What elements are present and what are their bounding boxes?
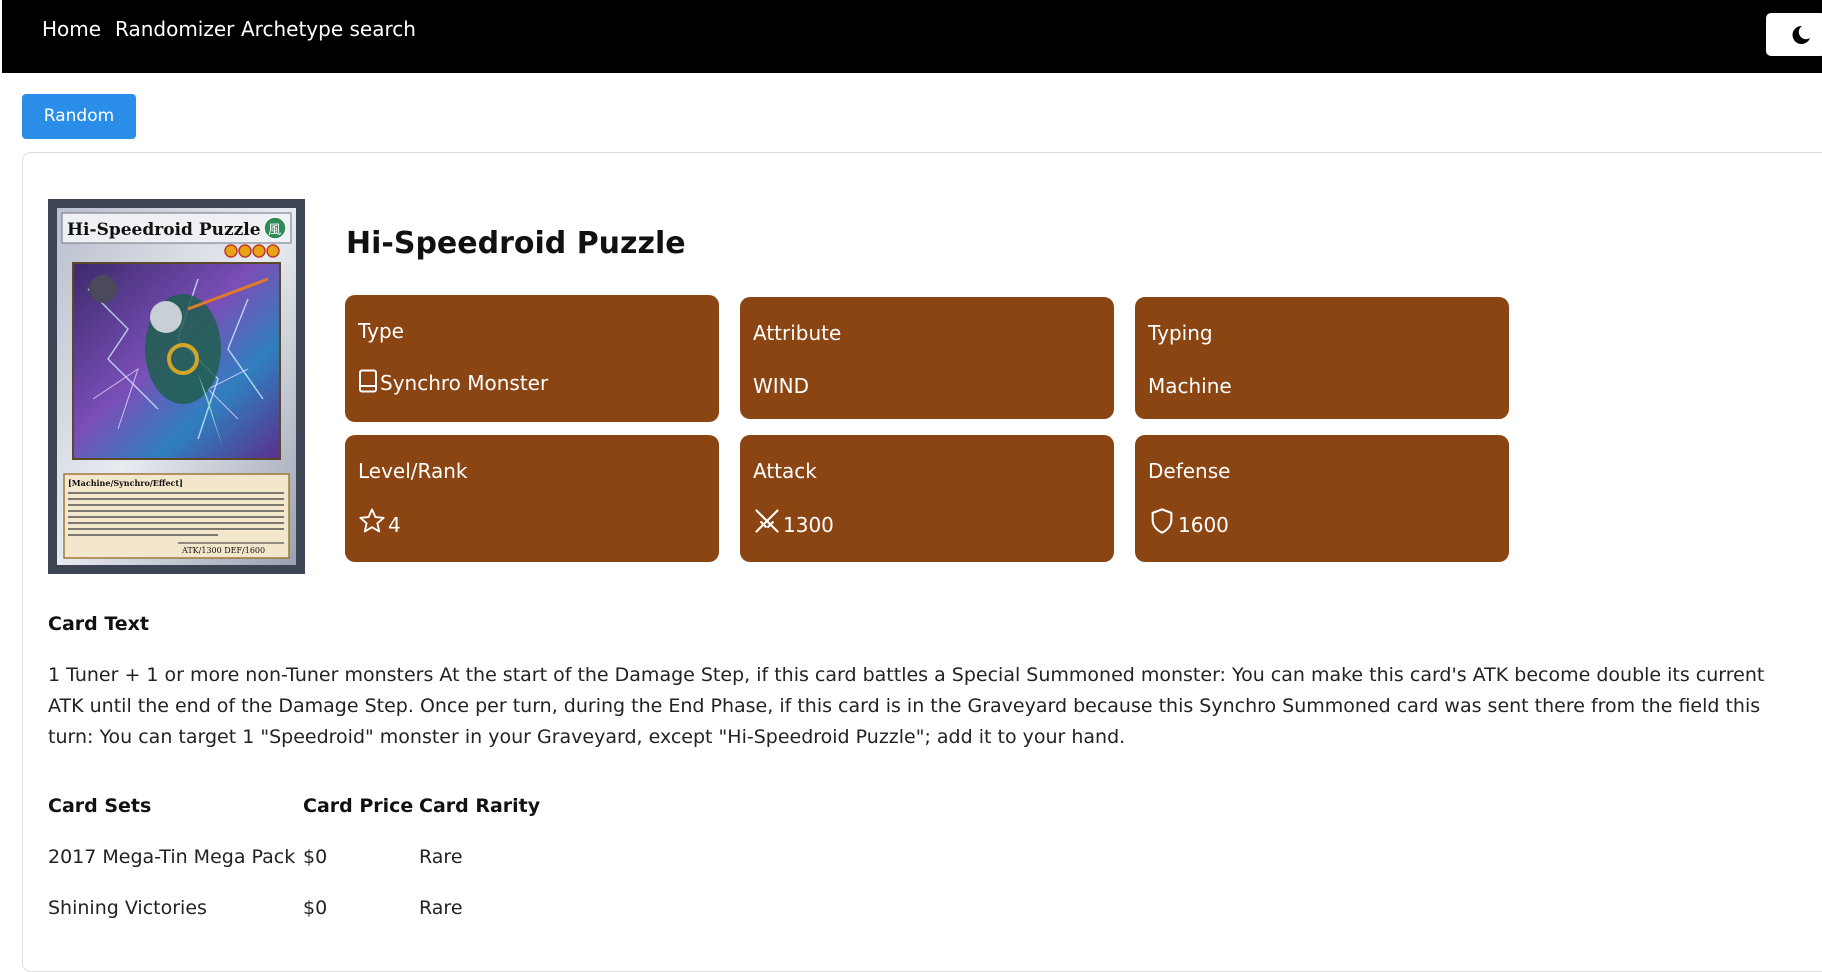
table-header-card-price: Card Price: [303, 795, 414, 817]
stat-value-level-text: 4: [388, 513, 401, 537]
random-button[interactable]: Random: [22, 94, 136, 139]
stat-label-attribute: Attribute: [753, 321, 842, 345]
stat-value-type: Synchro Monster: [358, 369, 548, 395]
card-text-body: 1 Tuner + 1 or more non-Tuner monsters A…: [48, 664, 1765, 748]
card-title: Hi-Speedroid Puzzle: [346, 226, 686, 261]
stat-tile-defense: Defense 1600: [1135, 435, 1509, 562]
shield-icon: [1151, 508, 1173, 534]
stat-value-attribute: WIND: [753, 374, 810, 398]
stat-value-type-text: Synchro Monster: [380, 371, 549, 395]
stat-label-typing: Typing: [1148, 321, 1213, 345]
level-star-mark: [238, 244, 252, 258]
nav-link-home[interactable]: Home: [42, 17, 101, 41]
card-text-heading: Card Text: [48, 613, 150, 635]
card-image-atk-def: ATK/1300 DEF/1600: [181, 546, 265, 555]
table-header-card-rarity: Card Rarity: [419, 795, 541, 817]
stat-label-attack: Attack: [753, 459, 817, 483]
card-image-type-line: [Machine/Synchro/Effect]: [68, 478, 183, 488]
stat-tile-type: Type Synchro Monster: [345, 295, 719, 422]
table-cell-set: 2017 Mega-Tin Mega Pack: [48, 846, 296, 868]
stat-value-attack: 1300: [753, 507, 834, 537]
theme-toggle-button[interactable]: [1766, 13, 1822, 56]
stat-tile-typing: Typing Machine: [1135, 297, 1509, 419]
card-image: Hi-Speedroid Puzzle 風 [Machine/Synchro/E…: [48, 199, 305, 574]
stat-value-defense: 1600: [1148, 507, 1229, 537]
stat-value-level: 4: [358, 507, 401, 537]
top-navbar: Home Randomizer Archetype search: [2, 0, 1822, 73]
stat-value-typing: Machine: [1148, 374, 1232, 398]
level-star-mark: [252, 244, 266, 258]
book-icon: [359, 369, 377, 393]
card-image-title: Hi-Speedroid Puzzle: [67, 220, 261, 240]
stat-tile-level: Level/Rank 4: [345, 435, 719, 562]
table-cell-price: $0: [303, 846, 328, 868]
stat-label-type: Type: [358, 319, 404, 343]
table-cell-rarity: Rare: [419, 846, 463, 868]
moon-icon: [1792, 25, 1810, 44]
table-header-card-sets: Card Sets: [48, 795, 152, 817]
nav-link-randomizer[interactable]: Randomizer: [115, 17, 234, 41]
card-image-attribute-glyph: 風: [268, 223, 281, 238]
stat-tile-attribute: Attribute WIND: [740, 297, 1114, 419]
table-cell-set: Shining Victories: [48, 897, 207, 919]
crossed-swords-icon: [755, 509, 779, 533]
stat-tile-attack: Attack 1300: [740, 435, 1114, 562]
table-cell-rarity: Rare: [419, 897, 463, 919]
stat-value-attack-text: 1300: [783, 513, 834, 537]
stat-label-defense: Defense: [1148, 459, 1231, 483]
stat-label-level: Level/Rank: [358, 459, 468, 483]
level-star-mark: [266, 244, 280, 258]
nav-link-archetype-search[interactable]: Archetype search: [241, 17, 416, 41]
star-icon: [359, 508, 385, 533]
table-cell-price: $0: [303, 897, 328, 919]
stat-value-defense-text: 1600: [1178, 513, 1229, 537]
level-star-mark: [224, 244, 238, 258]
